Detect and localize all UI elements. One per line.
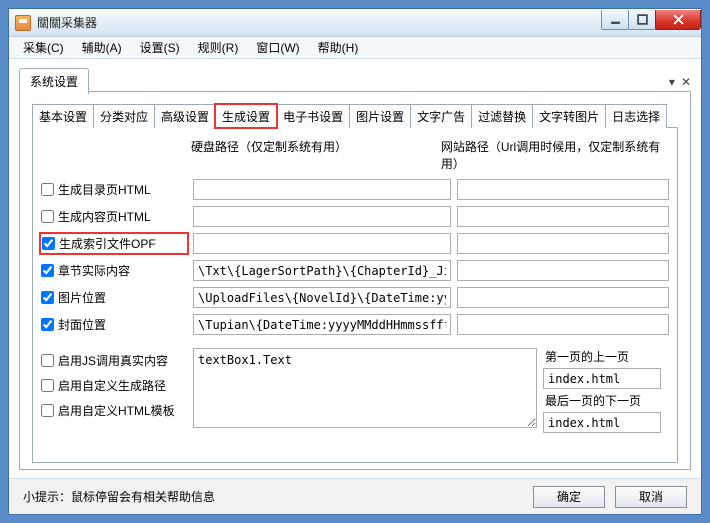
chk-chapter-box[interactable] [41, 264, 54, 277]
ok-button[interactable]: 确定 [533, 486, 605, 508]
tab-close-icon[interactable]: ✕ [681, 75, 691, 89]
tab-dropdown-icon[interactable]: ▾ [669, 75, 675, 89]
menu-window[interactable]: 窗口(W) [248, 37, 307, 58]
tab-category[interactable]: 分类对应 [93, 104, 155, 128]
site-cover-pos[interactable] [457, 314, 669, 335]
chk-cover-pos-box[interactable] [41, 318, 54, 331]
site-image-pos[interactable] [457, 287, 669, 308]
disk-content-html[interactable] [193, 206, 451, 227]
site-index-opf[interactable] [457, 233, 669, 254]
menu-collect[interactable]: 采集(C) [15, 37, 72, 58]
col-header-site: 网站路径（Url调用时候用，仅定制系统有用） [441, 138, 669, 172]
tab-filter[interactable]: 过滤替换 [471, 104, 533, 128]
chk-dir-html[interactable]: 生成目录页HTML [41, 181, 187, 198]
app-window: 關關采集器 采集(C) 辅助(A) 设置(S) 规则(R) 窗口(W) 帮助(H… [8, 8, 702, 515]
maximize-button[interactable] [628, 10, 656, 30]
tab-image[interactable]: 图片设置 [349, 104, 411, 128]
minimize-button[interactable] [601, 10, 629, 30]
chk-jscall[interactable]: 启用JS调用真实内容 [41, 352, 187, 369]
app-icon [15, 15, 31, 31]
tab-generate[interactable]: 生成设置 [215, 104, 277, 128]
site-chapter[interactable] [457, 260, 669, 281]
chk-image-pos-box[interactable] [41, 291, 54, 304]
generate-settings-pane: 硬盘路径（仅定制系统有用） 网站路径（Url调用时候用，仅定制系统有用） 生成目… [32, 127, 678, 463]
tab-log[interactable]: 日志选择 [605, 104, 667, 128]
custom-textarea[interactable] [193, 348, 537, 428]
last-next-label: 最后一页的下一页 [543, 392, 661, 409]
first-prev-input[interactable] [543, 368, 661, 389]
tab-textimg[interactable]: 文字转图片 [532, 104, 606, 128]
first-prev-label: 第一页的上一页 [543, 348, 661, 365]
chk-content-html[interactable]: 生成内容页HTML [41, 208, 187, 225]
chk-custom-tpl[interactable]: 启用自定义HTML模板 [41, 402, 187, 419]
outer-tab-system-settings[interactable]: 系统设置 [19, 68, 89, 94]
outer-tabstrip: 系统设置 ▾ ✕ [9, 59, 701, 93]
cancel-button[interactable]: 取消 [615, 486, 687, 508]
window-title: 關關采集器 [37, 14, 602, 31]
last-next-input[interactable] [543, 412, 661, 433]
disk-dir-html[interactable] [193, 179, 451, 200]
menubar: 采集(C) 辅助(A) 设置(S) 规则(R) 窗口(W) 帮助(H) [9, 37, 701, 59]
site-dir-html[interactable] [457, 179, 669, 200]
tab-basic[interactable]: 基本设置 [32, 104, 94, 128]
menu-rules[interactable]: 规则(R) [190, 37, 247, 58]
chk-jscall-box[interactable] [41, 354, 54, 367]
chk-image-pos[interactable]: 图片位置 [41, 289, 187, 306]
footer: 小提示：鼠标停留会有相关帮助信息 确定 取消 [9, 478, 701, 514]
tab-textad[interactable]: 文字广告 [410, 104, 472, 128]
chk-custom-tpl-box[interactable] [41, 404, 54, 417]
close-button[interactable] [655, 10, 701, 30]
chk-index-opf[interactable]: 生成索引文件OPF [41, 234, 187, 253]
chk-chapter[interactable]: 章节实际内容 [41, 262, 187, 279]
chk-custom-path-box[interactable] [41, 379, 54, 392]
menu-assist[interactable]: 辅助(A) [74, 37, 130, 58]
chk-content-html-box[interactable] [41, 210, 54, 223]
chk-custom-path[interactable]: 启用自定义生成路径 [41, 377, 187, 394]
titlebar[interactable]: 關關采集器 [9, 9, 701, 37]
tab-ebook[interactable]: 电子书设置 [276, 104, 350, 128]
menu-help[interactable]: 帮助(H) [310, 37, 367, 58]
tab-advanced[interactable]: 高级设置 [154, 104, 216, 128]
outer-tab-content: 基本设置 分类对应 高级设置 生成设置 电子书设置 图片设置 文字广告 过滤替换… [19, 93, 691, 470]
menu-settings[interactable]: 设置(S) [132, 37, 188, 58]
disk-index-opf[interactable] [193, 233, 451, 254]
disk-image-pos[interactable] [193, 287, 451, 308]
disk-chapter[interactable] [193, 260, 451, 281]
chk-cover-pos[interactable]: 封面位置 [41, 316, 187, 333]
inner-tabstrip: 基本设置 分类对应 高级设置 生成设置 电子书设置 图片设置 文字广告 过滤替换… [32, 103, 678, 127]
chk-index-opf-box[interactable] [42, 237, 55, 250]
disk-cover-pos[interactable] [193, 314, 451, 335]
col-header-disk: 硬盘路径（仅定制系统有用） [191, 138, 433, 172]
footer-hint: 小提示：鼠标停留会有相关帮助信息 [23, 488, 523, 505]
site-content-html[interactable] [457, 206, 669, 227]
chk-dir-html-box[interactable] [41, 183, 54, 196]
